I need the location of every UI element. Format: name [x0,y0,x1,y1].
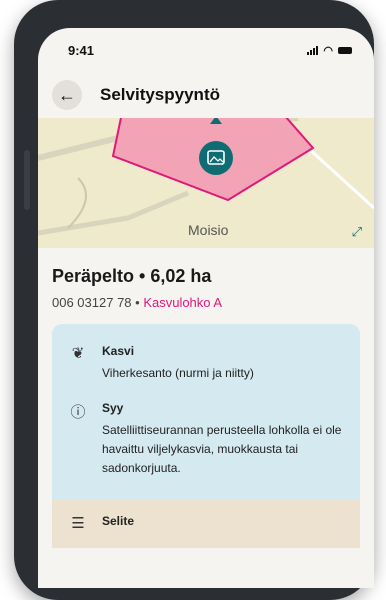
phone-side-button [24,150,30,210]
photo-marker[interactable] [199,141,233,175]
leaf-icon: ❦ [71,345,85,362]
wifi-icon: ◠ [323,44,333,57]
note-label: Selite [102,514,135,528]
parcel-map[interactable]: Moisio ⤢ [38,118,374,248]
signal-icon [307,45,319,55]
back-button[interactable]: ← [52,80,82,110]
field-subtitle: 006 03127 78 • Kasvulohko A [52,295,360,310]
crop-label: Kasvi [102,344,135,358]
phone-frame: 9:41 ◠ ← Selvityspyyntö Moisio ⤢ Peräpel… [14,0,374,600]
status-time: 9:41 [68,42,95,58]
note-card: ☰ Selite [52,500,360,548]
field-separator: • [131,295,144,310]
app-bar: ← Selvityspyyntö [38,72,374,118]
info-card: ❦ Kasvi Viherkesanto (nurmi ja niitty) ⓘ… [52,324,360,500]
status-icons: ◠ [307,44,352,57]
crop-value: Viherkesanto (nurmi ja niitty) [102,366,254,380]
detail-row-note: ☰ Selite [68,514,344,534]
field-name: Peräpelto • 6,02 ha [52,266,212,286]
document-icon: ☰ [71,515,85,532]
detail-row-crop: ❦ Kasvi Viherkesanto (nurmi ja niitty) [68,338,344,395]
info-icon: ⓘ [70,404,86,421]
crop-block-link[interactable]: Kasvulohko A [143,295,222,310]
arrow-left-icon: ← [58,84,76,105]
app-screen: 9:41 ◠ ← Selvityspyyntö Moisio ⤢ Peräpel… [38,28,374,588]
map-place-label: Moisio [188,222,229,238]
field-id: 006 03127 78 [52,295,132,310]
reason-label: Syy [102,401,124,415]
battery-icon [338,46,352,54]
detail-row-reason: ⓘ Syy Satelliittiseurannan perusteella l… [68,395,344,490]
reason-value: Satelliittiseurannan perusteella lohkoll… [102,423,342,475]
parcel-details: Peräpelto • 6,02 ha 006 03127 78 • Kasvu… [38,248,374,310]
expand-map-icon[interactable]: ⤢ [352,224,362,240]
status-bar: 9:41 ◠ [38,28,374,72]
page-title: Selvityspyyntö [100,85,220,104]
